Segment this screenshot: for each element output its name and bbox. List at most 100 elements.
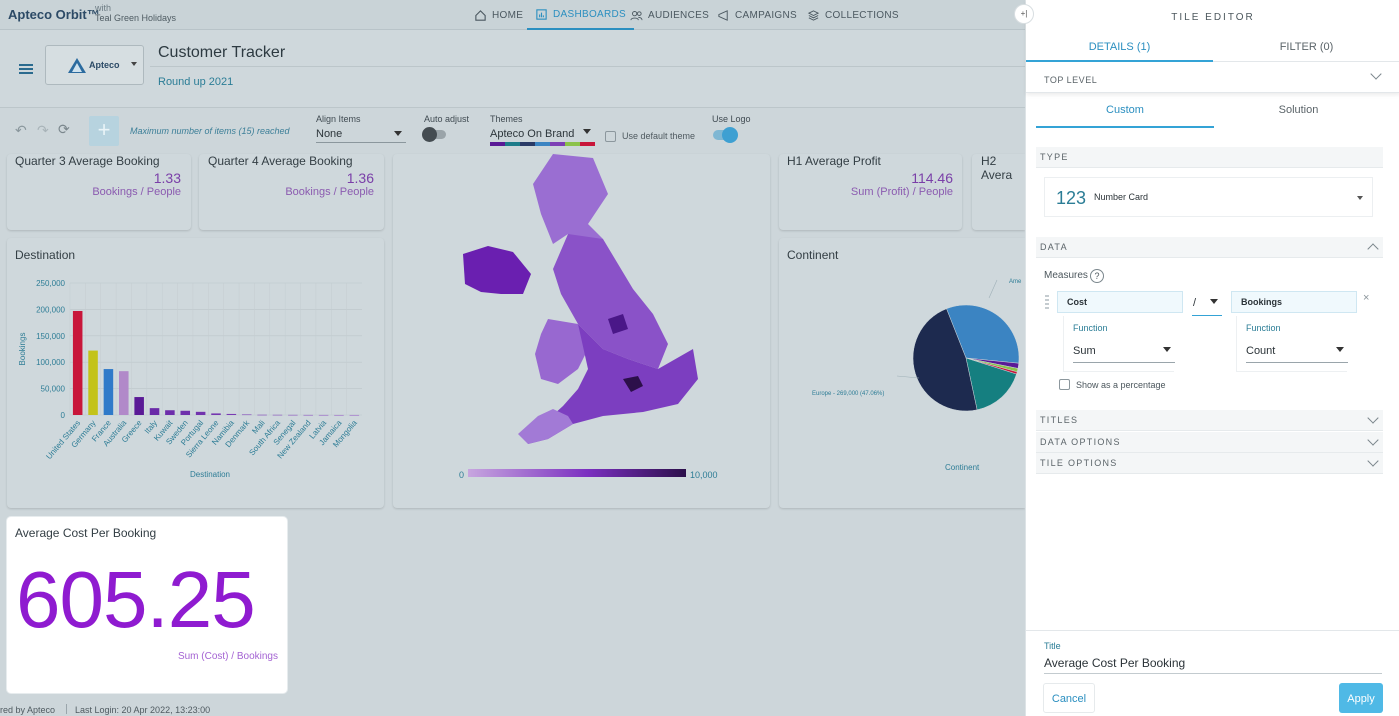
home-icon	[475, 9, 486, 21]
bar[interactable]	[257, 414, 267, 416]
undo-icon[interactable]: ↶	[15, 122, 27, 139]
reset-icon[interactable]: ⟳	[58, 121, 70, 138]
bar[interactable]	[334, 414, 344, 416]
subtab-solution[interactable]: Solution	[1214, 102, 1383, 128]
nav-audiences[interactable]: AUDIENCES	[630, 0, 709, 30]
dashboard-icon	[536, 8, 547, 20]
page-title: Customer Tracker	[158, 44, 286, 61]
tile-options-chevron-icon	[1367, 455, 1379, 467]
bar[interactable]	[303, 414, 313, 416]
bar[interactable]	[119, 371, 129, 415]
type-select[interactable]: 123 Number Card	[1044, 177, 1373, 217]
bar[interactable]	[103, 369, 114, 415]
operator-select[interactable]: /	[1192, 295, 1222, 316]
apply-button[interactable]: Apply	[1339, 683, 1383, 713]
tile-destination-chart[interactable]: Destination 0 50,000 100,000 150,000 200,000…	[7, 238, 384, 508]
nav-label: HOME	[492, 9, 524, 21]
section-data-options[interactable]: DATA OPTIONS	[1036, 432, 1383, 453]
tile-average-cost-per-booking[interactable]: Average Cost Per Booking 605.25 Sum (Cos…	[7, 517, 287, 693]
nav-campaigns[interactable]: CAMPAIGNS	[717, 0, 797, 30]
section-tile-options-label: TILE OPTIONS	[1040, 458, 1118, 468]
tile-title: H2 Avera	[981, 154, 1013, 182]
section-titles[interactable]: TITLES	[1036, 410, 1383, 431]
bar[interactable]	[180, 410, 191, 415]
measure-right-chip[interactable]: Bookings	[1231, 291, 1357, 313]
level-chevron-icon	[1370, 68, 1382, 80]
subtab-custom[interactable]: Custom	[1036, 102, 1214, 128]
bar[interactable]	[195, 411, 206, 415]
function-right-value: Count	[1246, 345, 1276, 357]
logo-selector[interactable]: Apteco	[45, 45, 144, 85]
map-legend-max: 10,000	[690, 470, 718, 480]
show-percentage-checkbox[interactable]	[1059, 379, 1070, 390]
tile-q4-average-booking[interactable]: Quarter 4 Average Booking 1.36 Bookings …	[199, 154, 384, 230]
bar[interactable]	[272, 414, 283, 416]
section-data[interactable]: DATA	[1036, 237, 1383, 258]
bar[interactable]	[165, 410, 175, 415]
bar[interactable]	[226, 413, 237, 415]
bar[interactable]	[134, 397, 144, 415]
bar[interactable]	[318, 414, 329, 416]
tile-uk-map[interactable]: 0 10,000	[393, 154, 770, 508]
use-default-theme-checkbox[interactable]	[605, 131, 616, 142]
remove-measure-icon[interactable]: ×	[1363, 292, 1369, 304]
type-value: Number Card	[1094, 192, 1149, 202]
auto-adjust-toggle[interactable]	[422, 127, 446, 142]
bar[interactable]	[72, 310, 83, 415]
nav-dashboards[interactable]: DASHBOARDS	[527, 0, 635, 30]
logo-dropdown-caret[interactable]	[131, 62, 137, 66]
section-tile-options[interactable]: TILE OPTIONS	[1036, 453, 1383, 474]
section-titles-label: TITLES	[1040, 415, 1079, 425]
bar[interactable]	[288, 414, 298, 416]
tile-subtitle: Bookings / People	[92, 186, 181, 198]
cancel-button[interactable]: Cancel	[1043, 683, 1095, 713]
redo-icon[interactable]: ↷	[37, 122, 49, 139]
destination-bar-chart: 050,000100,000150,000200,000250,000Unite…	[18, 279, 362, 479]
function-right-select[interactable]: Count	[1246, 343, 1348, 363]
y-tick-label: 250,000	[36, 279, 65, 288]
align-caret-icon	[394, 131, 402, 136]
use-default-theme-label: Use default theme	[622, 131, 696, 141]
bar[interactable]	[241, 414, 252, 416]
subtab-solution-label: Solution	[1278, 104, 1319, 116]
tile-q3-average-booking[interactable]: Quarter 3 Average Booking 1.33 Bookings …	[7, 154, 191, 230]
bar[interactable]	[88, 350, 98, 415]
use-logo-toggle[interactable]	[713, 127, 738, 143]
tab-filter-label: FILTER (0)	[1279, 41, 1334, 53]
bar[interactable]	[349, 414, 360, 416]
tab-details[interactable]: DETAILS (1)	[1026, 30, 1213, 62]
measures-help-icon[interactable]: ?	[1090, 269, 1104, 283]
nav-home[interactable]: HOME	[474, 0, 523, 30]
function-left-select[interactable]: Sum	[1073, 343, 1175, 363]
tile-h2-average[interactable]: H2 Avera	[972, 154, 1025, 230]
tile-continent-chart[interactable]: Continent Europe - 269,000 (47.06%) Ame …	[779, 238, 1025, 508]
level-selector[interactable]: TOP LEVEL	[1044, 68, 1384, 86]
bar[interactable]	[149, 408, 160, 415]
tab-filter[interactable]: FILTER (0)	[1213, 30, 1399, 62]
section-type: TYPE	[1036, 147, 1383, 168]
title-input[interactable]: Average Cost Per Booking	[1044, 656, 1382, 674]
tile-h1-average-profit[interactable]: H1 Average Profit 114.46 Sum (Profit) / …	[779, 154, 962, 230]
uk-choropleth-map: 0 10,000	[459, 154, 718, 480]
y-tick-label: 50,000	[41, 385, 66, 394]
bar[interactable]	[211, 413, 221, 415]
apply-label: Apply	[1347, 693, 1375, 705]
map-legend-gradient	[468, 469, 686, 477]
measure-left-chip[interactable]: Cost	[1057, 291, 1183, 313]
page-subtitle: Round up 2021	[158, 76, 234, 88]
toggle-knob	[422, 127, 437, 142]
nav-label: COLLECTIONS	[825, 9, 899, 21]
themes-select[interactable]: Apteco On Brand	[490, 126, 595, 140]
nav-label: AUDIENCES	[648, 9, 710, 21]
subtab-custom-label: Custom	[1106, 104, 1144, 116]
tile-value: 605.25	[16, 555, 256, 644]
nav-collections[interactable]: COLLECTIONS	[807, 0, 899, 30]
editor-title: TILE EDITOR	[1171, 12, 1255, 23]
function-left-box: Function Sum	[1063, 316, 1175, 372]
drag-handle-icon[interactable]	[1045, 295, 1049, 309]
hamburger-menu-icon[interactable]	[19, 64, 33, 74]
align-items-select[interactable]: None	[316, 126, 406, 143]
function-left-value: Sum	[1073, 345, 1096, 357]
add-tile-button[interactable]: +	[89, 116, 119, 146]
footer-divider	[66, 704, 67, 714]
